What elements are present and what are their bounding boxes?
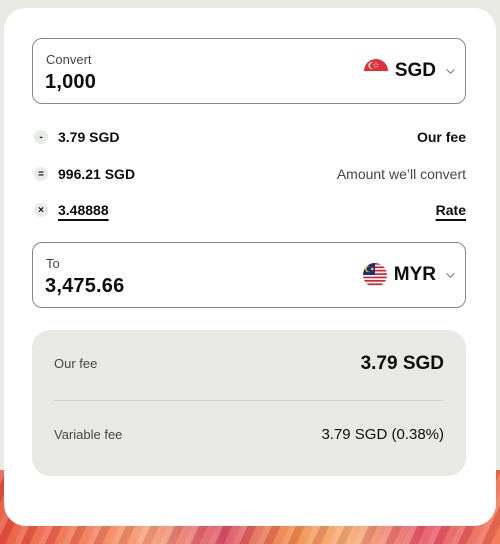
- converted-amount: 996.21 SGD: [58, 166, 136, 182]
- rate-link[interactable]: Rate: [436, 202, 466, 218]
- fee-row: - 3.79 SGD Our fee: [32, 126, 466, 148]
- to-label: To: [46, 256, 60, 271]
- convert-label: Convert: [46, 52, 92, 67]
- target-currency-selector[interactable]: MYR: [362, 263, 455, 287]
- variable-fee-value: 3.79 SGD (0.38%): [321, 426, 444, 443]
- chevron-down-icon: [446, 272, 455, 278]
- converted-amount-label: Amount we’ll convert: [336, 166, 466, 182]
- converter-card: Convert 1,000 SGD - 3.79 SGD Our fee = 9…: [4, 8, 496, 526]
- our-fee-label: Our fee: [54, 356, 98, 371]
- our-fee-value: 3.79 SGD: [360, 353, 444, 374]
- divider: [54, 400, 444, 401]
- equals-icon: =: [34, 167, 48, 181]
- malaysia-flag-icon: [362, 263, 387, 287]
- fee-label: Our fee: [416, 129, 466, 145]
- variable-fee-label: Variable fee: [54, 427, 123, 442]
- minus-icon: -: [34, 130, 48, 144]
- singapore-flag-icon: [363, 59, 388, 83]
- converted-amount-row: = 996.21 SGD Amount we’ll convert: [32, 163, 466, 185]
- target-currency-code: MYR: [393, 264, 436, 285]
- convert-amount-field[interactable]: Convert 1,000 SGD: [32, 38, 466, 104]
- multiply-icon: ×: [34, 203, 48, 217]
- source-currency-selector[interactable]: SGD: [363, 59, 455, 83]
- fee-summary-box: Our fee 3.79 SGD Variable fee 3.79 SGD (…: [32, 330, 466, 476]
- to-amount-field[interactable]: To 3,475.66 MYR: [32, 242, 466, 308]
- fee-amount: 3.79 SGD: [58, 129, 120, 145]
- source-currency-code: SGD: [394, 60, 436, 81]
- chevron-down-icon: [446, 68, 455, 74]
- to-amount-input[interactable]: 3,475.66: [45, 275, 124, 298]
- rate-value-link[interactable]: 3.48888: [58, 202, 109, 218]
- rate-row: × 3.48888 Rate: [32, 199, 466, 221]
- convert-amount-input[interactable]: 1,000: [45, 71, 96, 94]
